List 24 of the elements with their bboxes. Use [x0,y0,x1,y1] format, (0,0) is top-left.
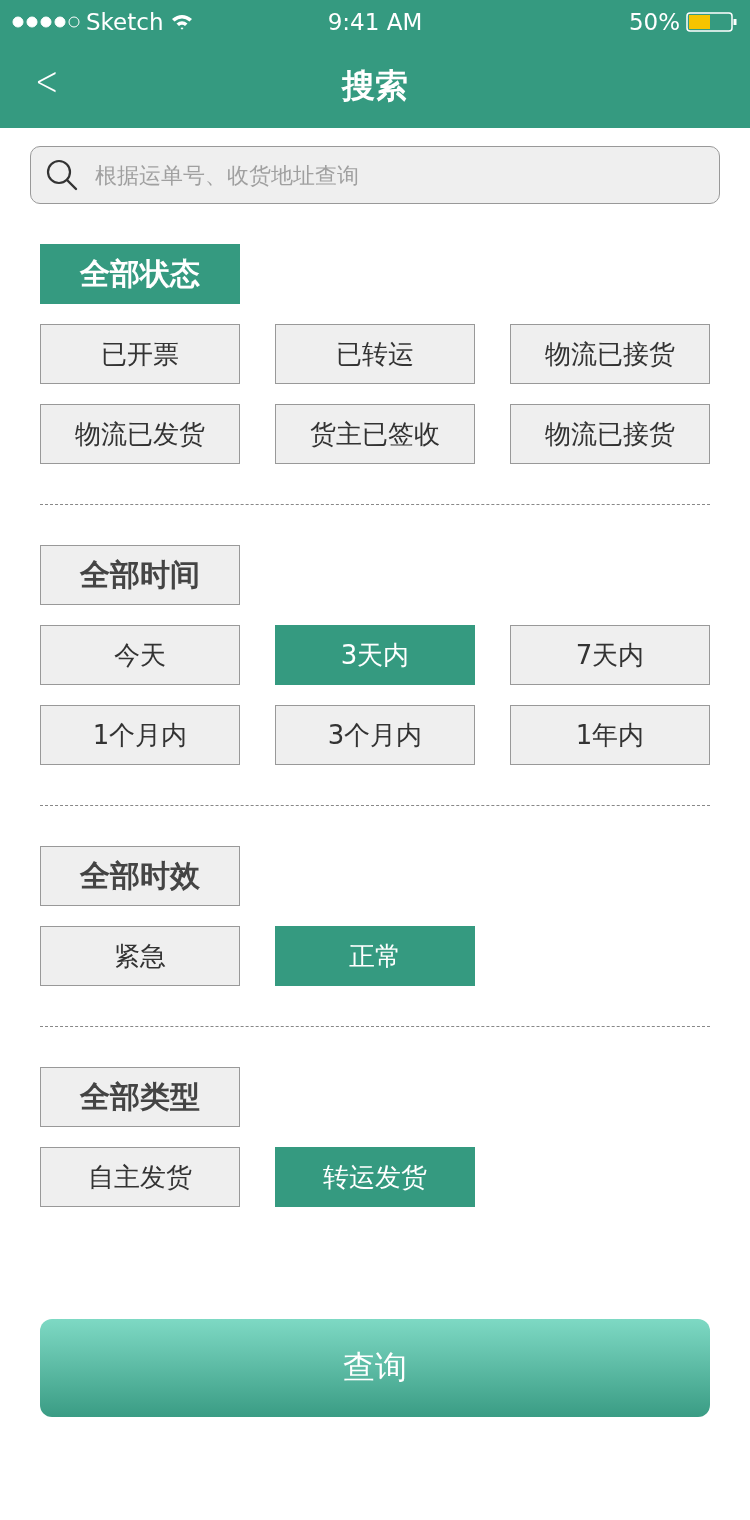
search-icon [46,159,78,191]
filter-option[interactable]: 1年内 [510,705,710,765]
filter-option[interactable]: 1个月内 [40,705,240,765]
filter-option[interactable]: 物流已接货 [510,324,710,384]
filter-option[interactable]: 物流已接货 [510,404,710,464]
battery-percent: 50% [628,9,680,35]
filter-option[interactable]: 货主已签收 [275,404,475,464]
carrier-name: Sketch [86,9,164,35]
filter-option[interactable]: 今天 [40,625,240,685]
filter-option[interactable]: 已开票 [40,324,240,384]
filter-option[interactable]: 7天内 [510,625,710,685]
filter-option[interactable]: 已转运 [275,324,475,384]
filter-header[interactable]: 全部时效 [40,846,240,906]
page-title: 搜索 [342,64,408,107]
filter-header[interactable]: 全部时间 [40,545,240,605]
filter-option[interactable]: 3个月内 [275,705,475,765]
search-field[interactable]: 根据运单号、收货地址查询 [30,146,720,204]
filter-option[interactable]: 紧急 [40,926,240,986]
filter-option[interactable]: 物流已发货 [40,404,240,464]
battery-icon [686,12,738,32]
filter-header[interactable]: 全部类型 [40,1067,240,1127]
filter-option[interactable]: 自主发货 [40,1147,240,1207]
signal-icon [12,16,80,28]
status-time: 9:41 AM [326,9,424,35]
